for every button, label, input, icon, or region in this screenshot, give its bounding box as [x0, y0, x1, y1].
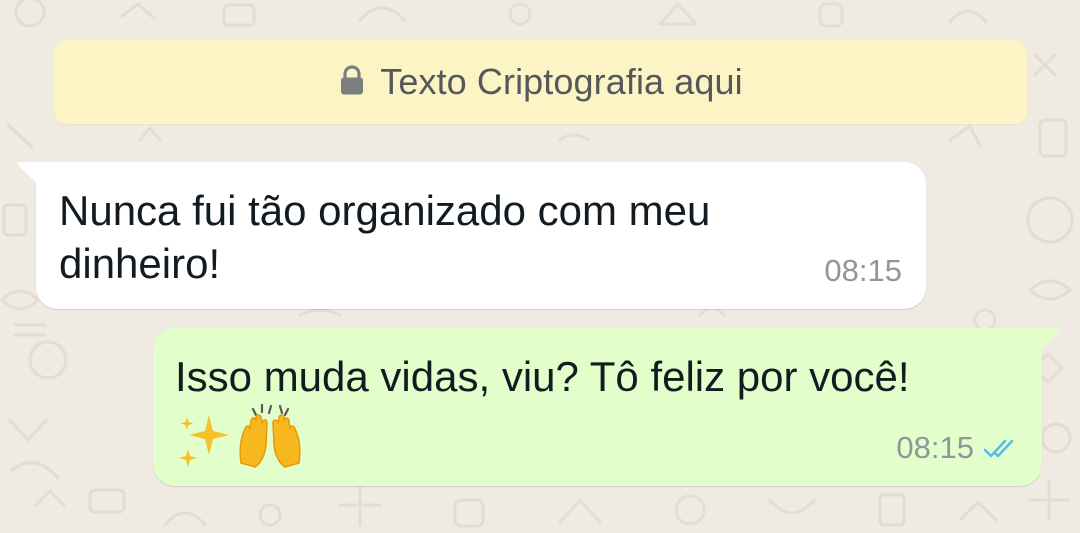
outgoing-message-bubble[interactable]: Isso muda vidas, viu? Tô feliz por você!… [153, 328, 1061, 486]
message-text: Nunca fui tão organizado com meu dinheir… [59, 187, 711, 287]
lock-icon [338, 65, 366, 97]
raising-hands-emoji [235, 401, 305, 476]
sparkles-emoji [175, 411, 235, 476]
encryption-notice-text: Texto Criptografia aqui [380, 61, 743, 102]
double-check-icon [983, 439, 1014, 458]
encryption-notice-banner[interactable]: Texto Criptografia aqui [54, 40, 1027, 124]
outgoing-bubble-tail [1038, 328, 1061, 352]
emoji-row [175, 401, 305, 476]
message-timestamp: 08:15 [896, 430, 974, 465]
incoming-bubble-tail [17, 162, 40, 186]
message-timestamp: 08:15 [824, 253, 902, 288]
message-text: Isso muda vidas, viu? Tô feliz por você! [175, 353, 910, 400]
incoming-message-bubble[interactable]: Nunca fui tão organizado com meu dinheir… [17, 162, 926, 309]
